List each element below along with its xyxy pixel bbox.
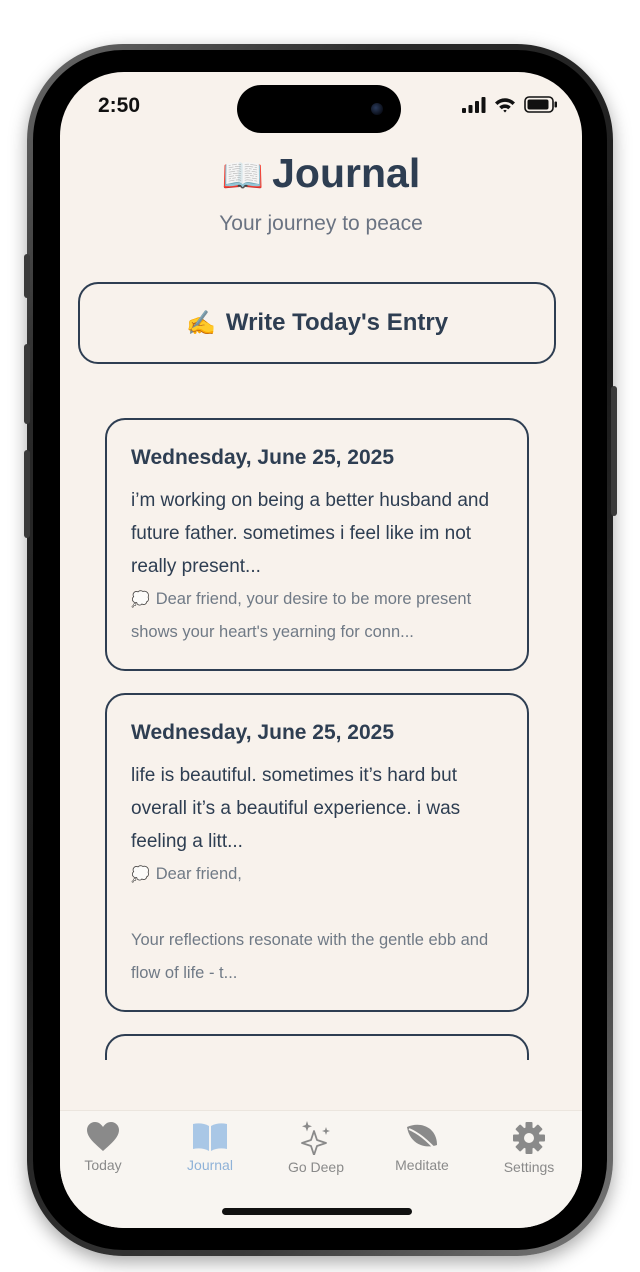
entry-reply-text: Dear friend, your desire to be more pres… (131, 590, 472, 641)
volume-up-button (24, 344, 30, 424)
entry-reply: 💭 Dear friend, your desire to be more pre… (131, 583, 503, 649)
writing-hand-icon: ✍️ (185, 309, 216, 337)
tab-settings-label: Settings (503, 1159, 555, 1175)
write-entry-label: Write Today's Entry (225, 309, 449, 336)
front-camera-icon (371, 103, 383, 115)
tab-settings[interactable]: Settings (481, 1121, 577, 1175)
book-icon (193, 1123, 227, 1151)
dynamic-island (237, 85, 401, 133)
tab-journal[interactable]: Journal (162, 1121, 258, 1173)
action-button (24, 254, 30, 298)
journal-entry-card[interactable]: Wednesday, June 25, 2025 life is beautif… (105, 693, 529, 1012)
entry-text: i’m working on being a better husband an… (131, 490, 490, 577)
tab-go-deep[interactable]: Go Deep (268, 1121, 364, 1175)
journal-entry-card[interactable]: Wednesday, June 25, 2025 i’m working on … (105, 418, 529, 671)
entry-date: Wednesday, June 25, 2025 (131, 446, 395, 469)
thought-bubble-icon: 💭 (131, 866, 150, 883)
leaf-icon (407, 1124, 438, 1152)
entry-reply-text: Dear friend, Your reflections resonate w… (131, 865, 489, 982)
wifi-icon (495, 97, 515, 112)
journal-entry-list[interactable]: Wednesday, June 25, 2025 i’m working on … (105, 418, 529, 1060)
home-indicator[interactable] (222, 1208, 412, 1215)
volume-down-button (24, 450, 30, 538)
power-button (611, 386, 617, 516)
tab-meditate-label: Meditate (395, 1157, 449, 1173)
gear-icon (513, 1122, 545, 1154)
thought-bubble-icon: 💭 (131, 591, 150, 608)
tab-today[interactable]: Today (60, 1121, 151, 1173)
page-subtitle: Your journey to peace (219, 212, 423, 235)
status-icons (462, 96, 558, 113)
journal-entry-card-partial[interactable] (105, 1034, 529, 1060)
entry-text: life is beautiful. sometimes it’s hard b… (131, 765, 461, 852)
write-entry-button[interactable]: ✍️ Write Today's Entry (78, 282, 556, 364)
status-time: 2:50 (98, 94, 141, 117)
tab-journal-label: Journal (187, 1157, 233, 1173)
page-title: 📖 Journal (60, 150, 582, 197)
book-emoji-icon: 📖 (221, 157, 265, 195)
heart-icon (87, 1122, 119, 1151)
app-screen: 2:50 📖 Journal Your journey to peace ✍️ W… (60, 72, 582, 1228)
page-title-text: Journal (272, 150, 421, 196)
sparkles-icon (301, 1121, 330, 1155)
tab-today-label: Today (84, 1157, 122, 1173)
entry-reply: 💭 Dear friend, Your reflections resonate … (131, 858, 503, 990)
signal-icon (462, 96, 486, 113)
tab-meditate[interactable]: Meditate (374, 1121, 470, 1173)
battery-icon (524, 96, 557, 113)
entry-date: Wednesday, June 25, 2025 (131, 721, 395, 744)
tab-go-deep-label: Go Deep (287, 1159, 345, 1175)
